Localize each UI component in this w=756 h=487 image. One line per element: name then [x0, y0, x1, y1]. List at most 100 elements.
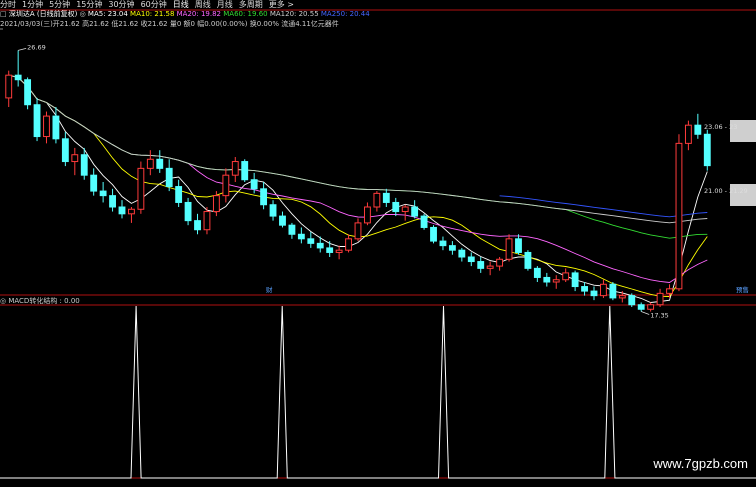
ma20-line — [8, 74, 708, 283]
candle-body — [618, 295, 626, 299]
high-marker-line — [18, 48, 27, 51]
checkbox-icon[interactable]: □ — [0, 10, 7, 18]
candle-body — [505, 238, 513, 260]
candle-body — [496, 258, 504, 267]
candle-body — [581, 286, 588, 292]
candle-body — [52, 115, 60, 140]
candle-body — [656, 292, 664, 306]
high-marker-label: 26.69 — [27, 43, 46, 51]
candle-body — [524, 251, 532, 269]
candle-body — [609, 283, 617, 299]
candle-body — [279, 215, 286, 226]
ma-legend-item: MA60: 19.60 — [221, 10, 268, 18]
candle-body — [448, 245, 456, 251]
candle-body — [382, 192, 390, 203]
price-tag-label: 21.00 - 21.29 — [704, 187, 748, 195]
candle-body — [297, 233, 305, 240]
candle-body — [222, 174, 230, 197]
candle-body — [430, 226, 437, 242]
candle-body — [137, 167, 145, 210]
candle-body — [411, 206, 419, 217]
low-marker-line — [641, 311, 650, 315]
candle-body — [401, 206, 409, 213]
candle-body — [637, 304, 645, 310]
candle-body — [165, 167, 173, 188]
candle-body — [552, 279, 560, 283]
candle-body — [590, 290, 598, 297]
candle-body — [43, 115, 50, 138]
candle-body — [269, 204, 277, 217]
candle-body — [703, 133, 711, 167]
price-tag-label: 23.06 - 23 — [704, 123, 737, 131]
candle-body — [666, 288, 673, 294]
candlestick-series — [5, 50, 711, 312]
candle-body — [118, 206, 126, 215]
event-badge: 财 — [266, 285, 273, 294]
candle-body — [600, 283, 607, 297]
candle-body — [194, 220, 201, 231]
macd-title: ◎ MACD转化结构 : 0.00 — [0, 296, 80, 306]
ma-legend-item: MA5: 23.04 — [87, 10, 128, 18]
candle-body — [24, 79, 32, 106]
candle-body — [571, 272, 579, 288]
candle-body — [354, 222, 362, 240]
candle-body — [33, 104, 41, 138]
candle-body — [420, 215, 428, 228]
candle-body — [231, 161, 239, 176]
candle-body — [241, 161, 249, 181]
candle-body — [364, 206, 371, 224]
candle-body — [439, 240, 447, 247]
candle-body — [458, 249, 466, 258]
ma-legend-item: MA120: 20.55 — [267, 10, 319, 18]
settings-icon[interactable]: ◎ — [80, 10, 86, 18]
candle-body — [71, 154, 79, 163]
candle-body — [14, 74, 22, 81]
candle-body — [90, 174, 98, 192]
candle-body — [260, 188, 268, 206]
ma-legend-item: MA250: 20.44 — [318, 10, 370, 18]
candle-body — [543, 276, 551, 283]
event-badge: 预售 — [736, 285, 749, 294]
candle-body — [146, 158, 154, 169]
settings-icon[interactable]: ◎ — [0, 297, 6, 305]
chart-frame — [0, 9, 756, 479]
candle-body — [175, 186, 183, 203]
low-marker-label: 17.35 — [650, 312, 669, 320]
candle-body — [109, 195, 116, 208]
moving-average-lines — [8, 74, 708, 303]
candle-body — [326, 247, 334, 253]
candle-body — [307, 238, 315, 244]
candle-body — [288, 224, 296, 235]
candle-body — [184, 201, 192, 222]
candle-body — [684, 124, 692, 144]
candle-body — [467, 256, 475, 263]
candle-body — [392, 201, 400, 213]
candle-body — [156, 158, 164, 169]
candle-body — [486, 265, 494, 269]
watermark: www.7gpzb.com — [653, 456, 748, 471]
candle-body — [694, 124, 702, 135]
candle-body — [647, 304, 655, 310]
candle-body — [203, 211, 211, 231]
ma-legend: □ 深圳达A (日线前复权) ◎ MA5: 23.04 MA10: 21.58 … — [0, 9, 370, 19]
candle-body — [80, 154, 88, 176]
candle-body — [128, 208, 135, 215]
candle-body — [373, 192, 381, 208]
ma-legend-item: MA20: 19.82 — [174, 10, 222, 18]
macd-indicator-series — [0, 305, 756, 479]
candle-body — [250, 179, 258, 190]
stock-name: 深圳达A (日线前复权) — [8, 10, 78, 18]
candle-body — [335, 249, 343, 253]
candle-body — [675, 142, 683, 290]
ma60-line — [8, 74, 708, 239]
candle-body — [61, 138, 69, 163]
candle-body — [345, 238, 352, 251]
candle-body — [316, 242, 324, 249]
candle-body — [515, 238, 522, 253]
candle-body — [212, 195, 220, 213]
macd-spike-line — [0, 305, 756, 479]
ohlc-readout: 2021/03/03(三)开21.62 高21.62 低21.62 收21.62… — [0, 20, 339, 28]
macd-title-text: MACD转化结构 : 0.00 — [8, 297, 80, 305]
candle-body — [562, 272, 570, 281]
kline-chart: 26.69 17.35 23.06 - 23 21.00 - 21.29 财 预售 — [0, 9, 756, 479]
